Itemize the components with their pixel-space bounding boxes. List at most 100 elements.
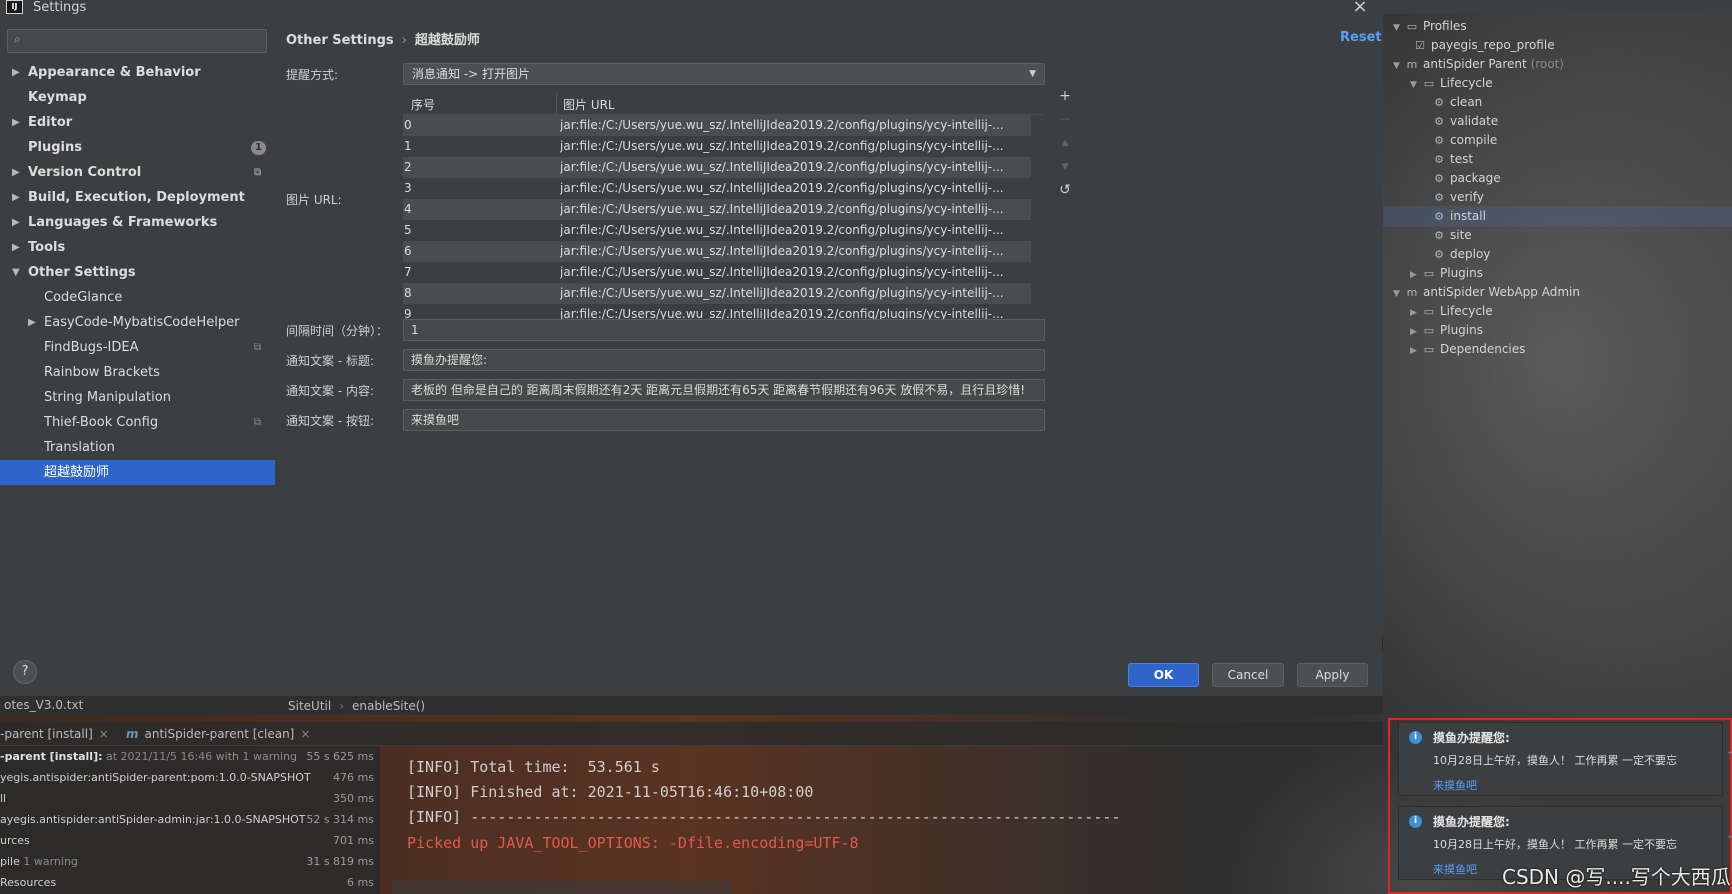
nav-appearance-behavior[interactable]: ▶ Appearance & Behavior bbox=[0, 60, 275, 85]
chevron-down-icon[interactable]: ⌄ bbox=[1726, 746, 1732, 757]
nav-plugins[interactable]: Plugins 1 bbox=[0, 135, 275, 160]
nav-version-control[interactable]: ▶ Version Control ⧉ bbox=[0, 160, 275, 185]
run-row[interactable]: pile 1 warning 31 s 819 ms bbox=[0, 851, 380, 872]
table-row[interactable]: 0 jar:file:/C:/Users/yue.wu_sz/.IntelliJI… bbox=[403, 115, 1043, 136]
nav-build-execution-deployment[interactable]: ▶ Build, Execution, Deployment bbox=[0, 185, 275, 210]
notify-title-input[interactable]: 摸鱼办提醒您: bbox=[403, 349, 1045, 371]
table-row[interactable]: 4 jar:file:/C:/Users/yue.wu_sz/.IntelliJI… bbox=[403, 199, 1043, 220]
nav-translation[interactable]: Translation bbox=[0, 435, 275, 460]
phase-compile[interactable]: ⚙ compile bbox=[1432, 130, 1497, 151]
nav-other-settings[interactable]: ▼ Other Settings bbox=[0, 260, 275, 285]
nav-editor[interactable]: ▶ Editor bbox=[0, 110, 275, 135]
nav-keymap[interactable]: Keymap bbox=[0, 85, 275, 110]
notify-content-input[interactable]: 老板的 但命是自己的 距离周末假期还有2天 距离元旦假期还有65天 距离春节假期… bbox=[403, 379, 1045, 401]
close-icon[interactable]: × bbox=[1350, 0, 1370, 17]
notification-action-link[interactable]: 来摸鱼吧 bbox=[1433, 861, 1477, 877]
chevron-down-icon[interactable]: ⌄ bbox=[1726, 830, 1732, 841]
ok-button[interactable]: OK bbox=[1128, 663, 1199, 687]
table-row[interactable]: 5 jar:file:/C:/Users/yue.wu_sz/.IntelliJI… bbox=[403, 220, 1043, 241]
run-tab-install[interactable]: -parent [install] × bbox=[0, 722, 109, 746]
run-row[interactable]: ll 350 ms bbox=[0, 788, 380, 809]
nav-easycode[interactable]: ▶ EasyCode-MybatisCodeHelper bbox=[0, 310, 275, 335]
run-row[interactable]: -parent [install]: at 2021/11/5 16:46 wi… bbox=[0, 746, 380, 767]
notification-balloon[interactable]: i 摸鱼办提醒您: 10月28日上午好，摸鱼人！ 工作再累 一定不要忘 来摸鱼吧… bbox=[1398, 722, 1732, 796]
reminder-select[interactable]: 消息通知 -> 打开图片 ▼ bbox=[403, 63, 1045, 85]
table-row[interactable]: 9 jar:file:/C:/Users/yue.wu_sz/.IntelliJI… bbox=[403, 304, 1043, 321]
gear-icon: ⚙ bbox=[1434, 229, 1444, 242]
title-bar[interactable]: IJ Settings × bbox=[0, 0, 1383, 17]
move-down-icon[interactable]: ▼ bbox=[1057, 162, 1073, 172]
table-scrollbar[interactable] bbox=[1031, 115, 1043, 315]
interval-input[interactable]: 1 bbox=[403, 319, 1045, 341]
phase-deploy[interactable]: ⚙ deploy bbox=[1432, 244, 1490, 265]
table-row[interactable]: 8 jar:file:/C:/Users/yue.wu_sz/.IntelliJI… bbox=[403, 283, 1043, 304]
folder-icon: ▭ bbox=[1406, 20, 1418, 33]
reset-link[interactable]: Reset bbox=[1340, 30, 1382, 45]
tree-profile-item[interactable]: ☑ payegis_repo_profile bbox=[1413, 35, 1555, 56]
tree-lifecycle[interactable]: ▼ ▭ Lifecycle bbox=[1410, 73, 1493, 94]
nav-codeglance[interactable]: CodeGlance bbox=[0, 285, 275, 310]
tree-plugins[interactable]: ▶ ▭ Plugins bbox=[1410, 263, 1483, 284]
settings-search-input[interactable]: ⌕ bbox=[7, 29, 267, 53]
console-scrollbar[interactable] bbox=[392, 881, 732, 894]
column-divider[interactable] bbox=[556, 93, 557, 115]
run-row[interactable]: Resources 6 ms bbox=[0, 872, 380, 893]
maven-icon: m bbox=[126, 727, 139, 741]
tree-webapp-lifecycle[interactable]: ▶ ▭ Lifecycle bbox=[1410, 301, 1493, 322]
tree-webapp-plugins[interactable]: ▶ ▭ Plugins bbox=[1410, 320, 1483, 341]
remove-icon[interactable]: — bbox=[1057, 112, 1073, 125]
table-row[interactable]: 6 jar:file:/C:/Users/yue.wu_sz/.IntelliJI… bbox=[403, 241, 1043, 262]
editor-file-tab[interactable]: otes_V3.0.txt bbox=[0, 695, 83, 715]
phase-validate[interactable]: ⚙ validate bbox=[1432, 111, 1498, 132]
column-header-url[interactable]: 图片 URL bbox=[563, 96, 615, 113]
run-row[interactable]: yegis.antispider:antiSpider-parent:pom:1… bbox=[0, 767, 380, 788]
nav-chaoyue[interactable]: 超越鼓励师 bbox=[0, 460, 275, 485]
table-row[interactable]: 1 jar:file:/C:/Users/yue.wu_sz/.IntelliJI… bbox=[403, 136, 1043, 157]
close-icon[interactable]: × bbox=[99, 727, 109, 741]
tree-webapp-dependencies[interactable]: ▶ ▭ Dependencies bbox=[1410, 339, 1525, 360]
nav-rainbow-brackets[interactable]: Rainbow Brackets bbox=[0, 360, 275, 385]
table-row[interactable]: 3 jar:file:/C:/Users/yue.wu_sz/.IntelliJI… bbox=[403, 178, 1043, 199]
breadcrumb-class[interactable]: SiteUtil bbox=[288, 699, 331, 713]
table-row[interactable]: 7 jar:file:/C:/Users/yue.wu_sz/.IntelliJI… bbox=[403, 262, 1043, 283]
run-console[interactable]: [INFO] Total time: 53.561 s [INFO] Finis… bbox=[392, 746, 1383, 894]
chevron-right-icon: ▶ bbox=[12, 217, 20, 228]
chevron-down-icon: ▼ bbox=[12, 267, 20, 278]
nav-string-manipulation[interactable]: String Manipulation bbox=[0, 385, 275, 410]
nav-tools[interactable]: ▶ Tools bbox=[0, 235, 275, 260]
intellij-icon: IJ bbox=[6, 0, 23, 14]
phase-test[interactable]: ⚙ test bbox=[1432, 149, 1473, 170]
phase-clean[interactable]: ⚙ clean bbox=[1432, 92, 1482, 113]
phase-package[interactable]: ⚙ package bbox=[1432, 168, 1501, 189]
page-title: Other Settings › 超越鼓励师 bbox=[286, 33, 480, 48]
add-icon[interactable]: + bbox=[1057, 88, 1073, 104]
run-tab-clean[interactable]: m antiSpider-parent [clean] × bbox=[126, 722, 310, 746]
tree-profiles[interactable]: ▼ ▭ Profiles bbox=[1393, 16, 1467, 37]
folder-icon: ▭ bbox=[1423, 343, 1435, 356]
checkbox-icon[interactable]: ☑ bbox=[1413, 35, 1427, 56]
restore-icon[interactable]: ↺ bbox=[1057, 182, 1073, 198]
tree-webapp-project[interactable]: ▼ m antiSpider WebApp Admin bbox=[1393, 282, 1580, 303]
notification-action-link[interactable]: 来摸鱼吧 bbox=[1433, 777, 1477, 793]
column-header-index[interactable]: 序号 bbox=[411, 96, 435, 113]
run-row[interactable]: ayegis.antispider:antiSpider-admin:jar:1… bbox=[0, 809, 380, 830]
nav-findbugs[interactable]: FindBugs-IDEA ⧉ bbox=[0, 335, 275, 360]
dropdown-arrow-icon: ▼ bbox=[1029, 69, 1036, 79]
nav-languages-frameworks[interactable]: ▶ Languages & Frameworks bbox=[0, 210, 275, 235]
phase-verify[interactable]: ⚙ verify bbox=[1432, 187, 1484, 208]
phase-install[interactable]: ⚙ install bbox=[1383, 206, 1732, 227]
cancel-button[interactable]: Cancel bbox=[1212, 663, 1284, 687]
run-row[interactable]: urces 701 ms bbox=[0, 830, 380, 851]
breadcrumb-method[interactable]: enableSite() bbox=[352, 699, 425, 713]
interval-label: 间隔时间（分钟）： bbox=[286, 324, 389, 338]
nav-thief-book[interactable]: Thief-Book Config ⧉ bbox=[0, 410, 275, 435]
phase-site[interactable]: ⚙ site bbox=[1432, 225, 1472, 246]
move-up-icon[interactable]: ▲ bbox=[1057, 138, 1073, 148]
help-button[interactable]: ? bbox=[13, 660, 37, 684]
apply-button[interactable]: Apply bbox=[1297, 663, 1368, 687]
table-row[interactable]: 2 jar:file:/C:/Users/yue.wu_sz/.IntelliJI… bbox=[403, 157, 1043, 178]
notify-button-input[interactable]: 来摸鱼吧 bbox=[403, 409, 1045, 431]
close-icon[interactable]: × bbox=[300, 727, 310, 741]
folder-icon: ▭ bbox=[1423, 77, 1435, 90]
tree-parent-project[interactable]: ▼ m antiSpider Parent (root) bbox=[1393, 54, 1564, 75]
